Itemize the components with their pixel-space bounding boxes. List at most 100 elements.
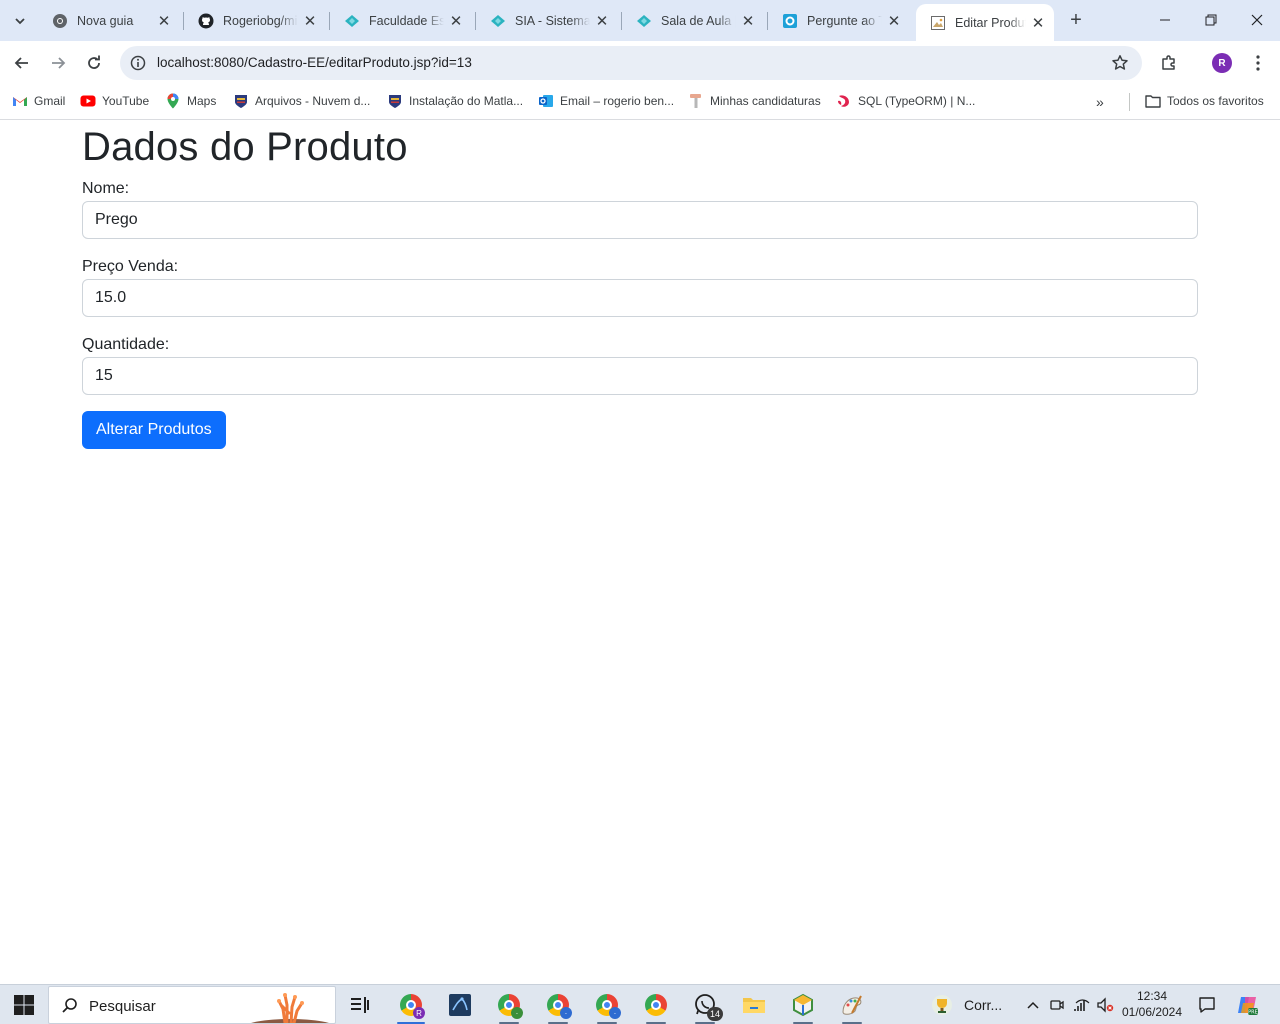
tab-nova-guia[interactable]: Nova guia ✕	[38, 6, 180, 36]
nest-icon	[836, 93, 852, 109]
task-view-button[interactable]	[344, 989, 376, 1021]
bookmark-label: SQL (TypeORM) | N...	[858, 94, 976, 108]
windows-start-button[interactable]	[12, 993, 36, 1017]
restore-button[interactable]	[1188, 0, 1234, 40]
meet-now-button[interactable]	[1048, 985, 1066, 1024]
volume-button[interactable]	[1094, 985, 1116, 1024]
bookmarks-bar: Gmail YouTube Maps Arquivos - Nuvem d...…	[0, 85, 1280, 120]
bookmark-label: Email – rogerio ben...	[560, 94, 675, 108]
taskbar-mysql-workbench[interactable]	[444, 989, 476, 1021]
puzzle-icon	[1162, 55, 1175, 70]
profile-button[interactable]: R	[1208, 49, 1236, 77]
url-text[interactable]: localhost:8080/Cadastro-EE/editarProduto…	[157, 55, 472, 70]
tab-title: Sala de Aula |	[661, 14, 736, 28]
show-hidden-icons-button[interactable]	[1024, 985, 1042, 1024]
minimize-button[interactable]	[1142, 0, 1188, 40]
system-clock[interactable]: 12:34 01/06/2024	[1116, 988, 1188, 1020]
close-icon[interactable]: ✕	[448, 13, 464, 30]
reload-icon	[88, 55, 100, 69]
profile-badge: ·	[511, 1007, 523, 1019]
tab-github[interactable]: Rogeriobg/mi ✕	[184, 6, 326, 36]
bookmark-sql-typeorm[interactable]: SQL (TypeORM) | N...	[836, 92, 975, 110]
all-bookmarks[interactable]: Todos os favoritos	[1145, 92, 1264, 110]
copilot-button[interactable]: PRE	[1234, 985, 1260, 1024]
folder-icon	[743, 998, 765, 1013]
close-icon[interactable]: ✕	[594, 13, 610, 30]
bookmark-youtube[interactable]: YouTube	[80, 92, 149, 110]
nome-input[interactable]	[82, 201, 1198, 239]
trophy-icon	[932, 995, 952, 1015]
menu-button[interactable]	[1244, 49, 1272, 77]
bookmark-star-icon[interactable]	[1110, 53, 1130, 73]
tab-sala-de-aula[interactable]: Sala de Aula | ✕	[622, 6, 764, 36]
running-app-label: Corr...	[964, 997, 1003, 1013]
maps-icon	[165, 93, 181, 109]
back-button[interactable]	[8, 49, 36, 77]
taskbar-paint[interactable]	[836, 989, 868, 1024]
notifications-button[interactable]	[1196, 985, 1218, 1024]
bookmark-candidaturas[interactable]: Minhas candidaturas	[688, 92, 821, 110]
page-content: Dados do Produto Nome: Preço Venda: Quan…	[0, 121, 1280, 983]
bookmark-maps[interactable]: Maps	[165, 92, 216, 110]
close-icon[interactable]: ✕	[156, 13, 172, 30]
cube-icon	[793, 993, 813, 1017]
tab-faculdade[interactable]: Faculdade Est ✕	[330, 6, 472, 36]
new-tab-button[interactable]: +	[1064, 8, 1088, 32]
taskbar-file-explorer[interactable]	[738, 989, 770, 1021]
close-icon[interactable]: ✕	[1030, 15, 1046, 32]
taskbar-chrome-profile-2[interactable]: ·	[493, 989, 525, 1024]
more-bookmarks-icon[interactable]: »	[1096, 94, 1104, 110]
taskbar-app-cube[interactable]	[787, 989, 819, 1024]
quantidade-input[interactable]	[82, 357, 1198, 395]
minimize-icon	[1160, 19, 1170, 21]
tab-title: Nova guia	[77, 14, 134, 28]
bookmark-matlab[interactable]: Instalação do Matla...	[387, 92, 523, 110]
video-camera-icon	[1050, 1000, 1064, 1010]
bookmark-label: Maps	[187, 94, 217, 108]
page-title: Dados do Produto	[82, 125, 408, 169]
address-bar[interactable]: localhost:8080/Cadastro-EE/editarProduto…	[120, 46, 1142, 80]
taskbar-chrome-profile-4[interactable]: ·	[591, 989, 623, 1024]
diamond-icon	[344, 13, 360, 29]
reload-button[interactable]	[80, 49, 108, 77]
taskbar-search-box[interactable]: Pesquisar	[48, 986, 336, 1024]
bookmark-label: Instalação do Matla...	[409, 94, 524, 108]
shield-icon	[233, 93, 249, 109]
bookmark-gmail[interactable]: Gmail	[12, 92, 65, 110]
close-icon[interactable]: ✕	[302, 13, 318, 30]
taskbar-chrome-profile-5[interactable]	[640, 989, 672, 1024]
taskbar-chrome-profile-3[interactable]: ·	[542, 989, 574, 1024]
taskbar-chrome-profile-r[interactable]: R	[395, 989, 427, 1024]
bookmark-arquivos[interactable]: Arquivos - Nuvem d...	[233, 92, 370, 110]
close-icon[interactable]: ✕	[886, 13, 902, 30]
wifi-icon	[1074, 999, 1090, 1011]
close-window-button[interactable]	[1234, 0, 1280, 40]
network-button[interactable]	[1072, 985, 1092, 1024]
preco-venda-input[interactable]	[82, 279, 1198, 317]
search-placeholder: Pesquisar	[89, 998, 156, 1015]
restore-icon	[1205, 14, 1217, 26]
profile-badge: ·	[609, 1007, 621, 1019]
site-info-icon[interactable]	[128, 53, 148, 73]
tab-editar-produto[interactable]: Editar Produto ✕	[916, 4, 1054, 41]
youtube-icon	[80, 93, 96, 109]
tab-pergunte[interactable]: Pergunte ao T ✕	[768, 6, 910, 36]
bookmark-email[interactable]: Email – rogerio ben...	[538, 92, 674, 110]
close-icon[interactable]: ✕	[740, 13, 756, 30]
taskbar-whatsapp[interactable]: 14	[689, 989, 723, 1024]
forward-button[interactable]	[44, 49, 72, 77]
quantidade-label: Quantidade:	[82, 336, 170, 353]
chat-bubble-icon	[1199, 997, 1215, 1013]
extensions-button[interactable]	[1155, 49, 1183, 77]
windows-icon	[14, 995, 34, 1015]
tab-sia[interactable]: SIA - Sistema ✕	[476, 6, 618, 36]
running-app-tray[interactable]: Corr...	[930, 985, 1010, 1024]
chrome-icon	[645, 994, 667, 1016]
square-o-icon	[782, 13, 798, 29]
bookmark-label: Arquivos - Nuvem d...	[255, 94, 371, 108]
page-icon	[930, 15, 946, 31]
chevron-down-icon	[15, 18, 25, 25]
github-icon	[198, 13, 214, 29]
tab-search-button[interactable]	[6, 7, 34, 35]
alterar-produtos-button[interactable]: Alterar Produtos	[82, 411, 226, 449]
